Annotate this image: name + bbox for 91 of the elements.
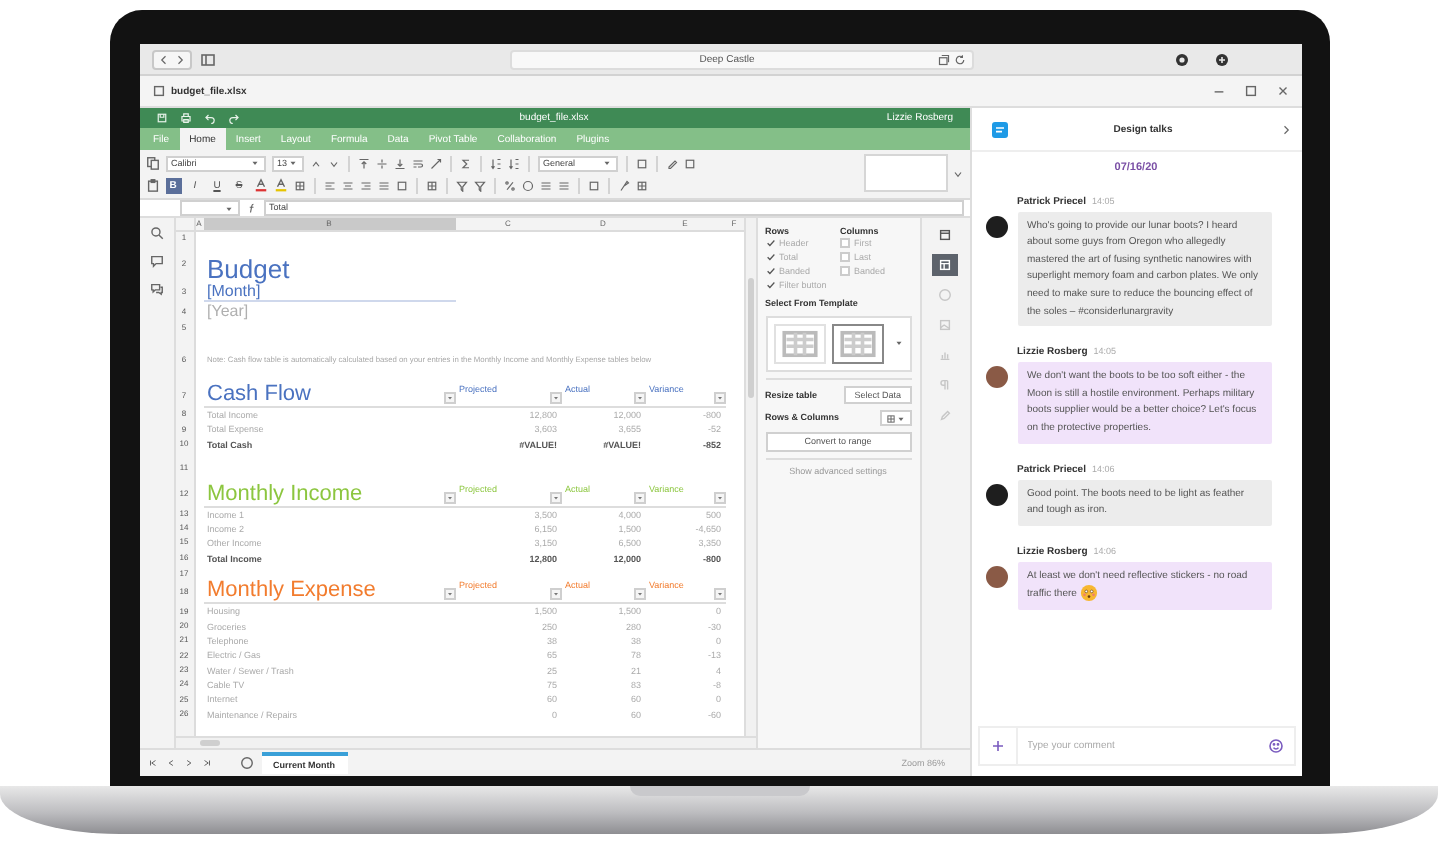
- redo-icon[interactable]: [227, 112, 239, 124]
- filter-dropdown-icon[interactable]: [633, 491, 645, 504]
- tabs-icon[interactable]: [937, 53, 949, 65]
- align-bottom-icon[interactable]: [393, 157, 405, 169]
- chevron-right-icon[interactable]: [1279, 123, 1291, 135]
- sum-icon[interactable]: [459, 157, 471, 169]
- wrap-text-icon[interactable]: [411, 157, 423, 169]
- close-icon[interactable]: [1275, 84, 1289, 98]
- highlight-icon[interactable]: [273, 178, 287, 192]
- align-top-icon[interactable]: [357, 157, 369, 169]
- percent-icon[interactable]: [503, 179, 515, 191]
- reload-icon[interactable]: [953, 53, 965, 65]
- text-orientation-icon[interactable]: [429, 157, 441, 169]
- filter-dropdown-icon[interactable]: [443, 392, 455, 404]
- filter-dropdown-icon[interactable]: [549, 588, 561, 601]
- undo-icon[interactable]: [203, 112, 215, 124]
- forward-icon[interactable]: [173, 53, 185, 65]
- section-title: Cash Flow: [207, 384, 311, 406]
- subtitle-text: [Month]: [207, 281, 261, 301]
- chat-icon[interactable]: [149, 282, 163, 296]
- filter-icon[interactable]: [455, 179, 467, 191]
- brush-icon[interactable]: [617, 179, 629, 191]
- first-sheet-icon[interactable]: [147, 758, 157, 768]
- caret-icon: [601, 158, 611, 168]
- caret-icon[interactable]: [893, 338, 903, 349]
- checkbox[interactable]: [765, 280, 775, 291]
- sort-descending-icon[interactable]: [507, 157, 519, 169]
- search-icon[interactable]: [149, 226, 163, 240]
- table-icon[interactable]: [425, 179, 437, 191]
- filter-dropdown-icon[interactable]: [549, 491, 561, 504]
- paragraph-icon: [938, 378, 952, 392]
- font-color-icon[interactable]: [253, 178, 267, 192]
- caret-icon: [895, 413, 905, 424]
- chat-bubble-icon: [991, 121, 1007, 137]
- filter-dropdown-icon[interactable]: [713, 392, 725, 404]
- checkbox[interactable]: [765, 252, 775, 263]
- add-sheet-icon[interactable]: [239, 756, 253, 770]
- function-icon[interactable]: [245, 202, 257, 214]
- increase-font-icon[interactable]: [309, 157, 321, 169]
- copy-icon[interactable]: [145, 156, 159, 170]
- save-icon[interactable]: [155, 112, 167, 124]
- section-title: Monthly Expense: [207, 580, 376, 603]
- chart-icon: [938, 348, 952, 362]
- paste-icon[interactable]: [145, 178, 159, 192]
- back-icon[interactable]: [157, 53, 169, 65]
- rows-columns-dropdown[interactable]: [879, 410, 911, 427]
- sort-ascending-icon[interactable]: [489, 157, 501, 169]
- filter-dropdown-icon[interactable]: [713, 588, 725, 601]
- sidebar-icon[interactable]: [199, 51, 215, 67]
- filter-dropdown-icon[interactable]: [549, 392, 561, 404]
- pen-icon: [938, 408, 952, 422]
- filter-dropdown-icon[interactable]: [443, 588, 455, 601]
- table-template-thumbnail[interactable]: [831, 323, 883, 364]
- filter-dropdown-icon[interactable]: [633, 392, 645, 404]
- subtitle-text: [Year]: [207, 302, 249, 322]
- caret-icon: [249, 158, 259, 168]
- clear-filter-icon[interactable]: [473, 179, 485, 191]
- table-icon: [938, 258, 952, 272]
- format-table-icon[interactable]: [635, 179, 647, 191]
- circle-plus-icon[interactable]: [1213, 51, 1229, 67]
- borders-icon[interactable]: [293, 179, 305, 191]
- expand-icon[interactable]: [951, 168, 963, 180]
- next-sheet-icon[interactable]: [183, 758, 193, 768]
- comment-icon[interactable]: [149, 254, 163, 268]
- filter-dropdown-icon[interactable]: [713, 491, 725, 504]
- table-icon: [885, 413, 895, 424]
- vertical-scrollbar[interactable]: [743, 218, 755, 736]
- previous-sheet-icon[interactable]: [165, 758, 175, 768]
- emoji-icon[interactable]: [1267, 738, 1283, 754]
- navigation-buttons[interactable]: [151, 49, 191, 69]
- filter-dropdown-icon[interactable]: [633, 588, 645, 601]
- filter-dropdown-icon[interactable]: [443, 491, 455, 504]
- maximize-icon[interactable]: [1243, 84, 1257, 98]
- cell-icon: [938, 228, 952, 242]
- emoji-icon: [1079, 584, 1098, 603]
- print-icon[interactable]: [179, 112, 191, 124]
- circle-icon: [938, 288, 952, 302]
- align-middle-icon[interactable]: [375, 157, 387, 169]
- decrease-font-icon[interactable]: [327, 157, 339, 169]
- caret-icon: [287, 158, 298, 168]
- horizontal-scrollbar[interactable]: [175, 736, 755, 748]
- settings-tab[interactable]: [932, 254, 958, 276]
- checkbox[interactable]: [765, 238, 775, 249]
- sheet-title: Budget: [207, 256, 290, 282]
- last-sheet-icon[interactable]: [201, 758, 211, 768]
- file-icon: [151, 84, 165, 98]
- section-title: Monthly Income: [207, 483, 363, 506]
- checkbox[interactable]: [765, 266, 775, 277]
- circle-dot-icon[interactable]: [1173, 51, 1189, 67]
- add-icon[interactable]: [989, 738, 1005, 754]
- image-icon: [938, 318, 952, 332]
